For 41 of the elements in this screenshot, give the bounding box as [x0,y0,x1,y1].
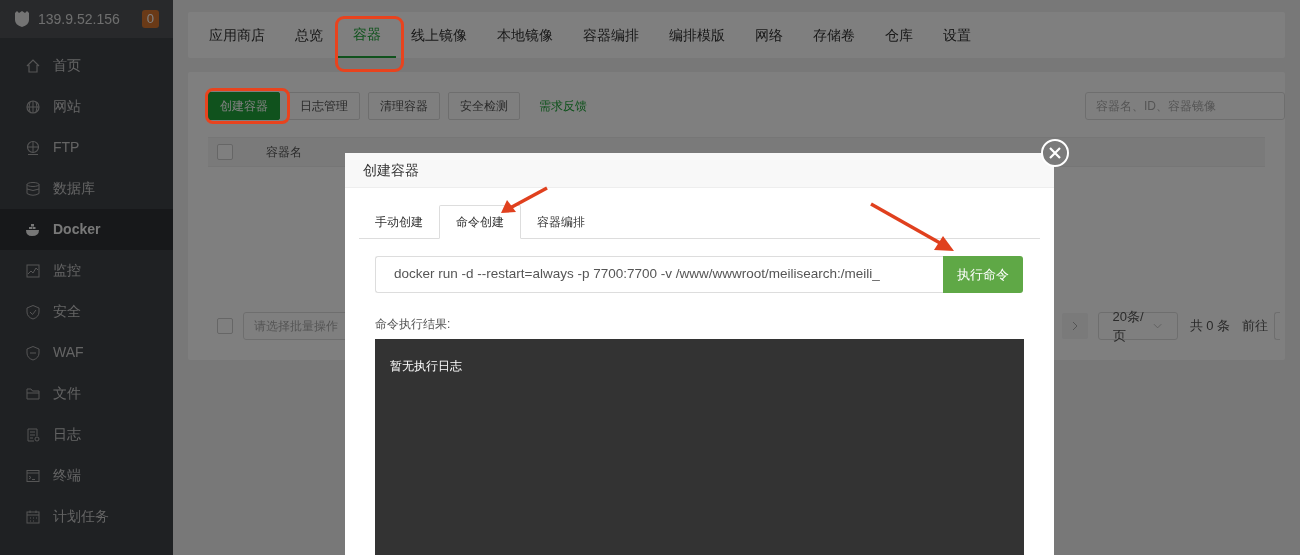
tab[interactable]: 手动创建 [359,205,439,238]
tab[interactable]: 本地镜像 [482,12,568,58]
sidebar-item[interactable]: Docker [0,209,173,250]
toolbar-button[interactable]: 安全检测 [448,92,520,120]
tab[interactable]: 命令创建 [439,205,521,239]
create-button[interactable]: 创建容器 [208,92,280,120]
sidebar-item[interactable]: 安全 [0,291,173,332]
goto-label: 前往 [1242,317,1268,336]
sidebar-item[interactable]: 监控 [0,250,173,291]
total-count: 共 0 条 [1189,317,1230,336]
sidebar-item[interactable]: 计划任务 [0,496,173,537]
page-size-select[interactable]: 20条/页 [1097,312,1178,340]
tab[interactable]: 容器 [338,12,396,58]
tab[interactable]: 编排模版 [654,12,740,58]
tab[interactable]: 仓库 [870,12,928,58]
command-input-field[interactable]: docker run -d --restart=always -p 7700:7700 -v /www/wwwroot/meilisearch:/meili_ [375,256,943,293]
dialog-title: 创建容器 [363,160,419,180]
sidebar-item[interactable]: WAF [0,332,173,373]
tab[interactable]: 线上镜像 [396,12,482,58]
log-text: 暂无执行日志 [390,359,462,373]
run-command-button[interactable]: 执行命令 [943,256,1023,293]
tab[interactable]: 容器编排 [568,12,654,58]
sidebar-item[interactable]: FTP [0,127,173,168]
sidebar-item[interactable]: 首页 [0,45,173,86]
tab[interactable]: 网络 [740,12,798,58]
sidebar-item[interactable]: 数据库 [0,168,173,209]
feedback-link[interactable]: 需求反馈 [528,92,598,120]
sidebar-item[interactable]: 文件 [0,373,173,414]
tab[interactable]: 存储卷 [798,12,870,58]
server-address: 139.9.52.156 [38,9,120,29]
tab[interactable]: 总览 [280,12,338,58]
sidebar-item[interactable]: 网站 [0,86,173,127]
toolbar-button[interactable]: 清理容器 [368,92,440,120]
notification-badge[interactable]: 0 [141,10,159,28]
sidebar-item[interactable]: 日志 [0,414,173,455]
column-header: 容器名 [266,144,302,161]
tab[interactable]: 应用商店 [194,12,280,58]
tab[interactable]: 设置 [928,12,986,58]
toolbar-button[interactable]: 日志管理 [288,92,360,120]
sidebar-item[interactable]: 终端 [0,455,173,496]
tab[interactable]: 容器编排 [521,205,601,238]
